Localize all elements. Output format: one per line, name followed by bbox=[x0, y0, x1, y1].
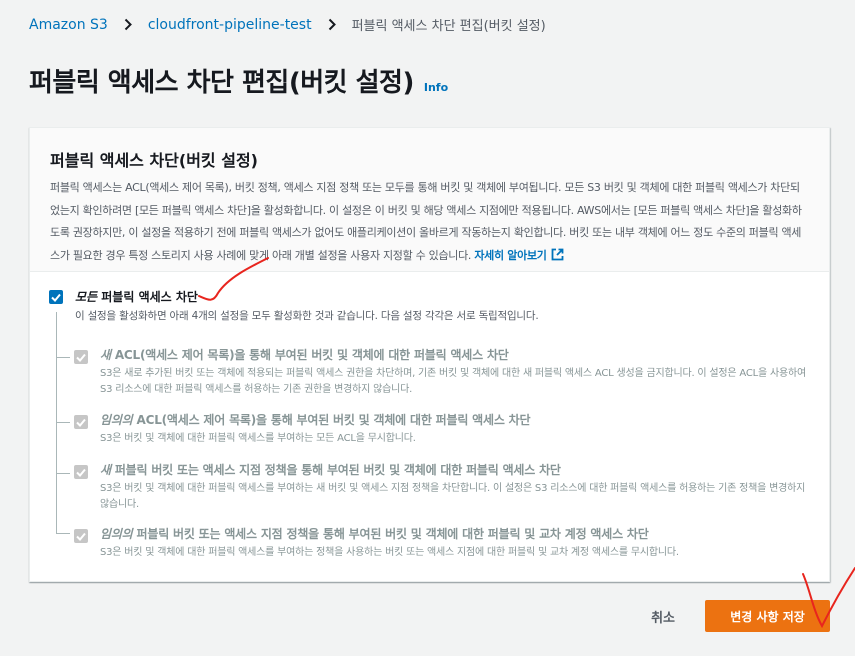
option-checkbox bbox=[74, 465, 88, 479]
panel-title: 퍼블릭 액세스 차단(버킷 설정) bbox=[50, 151, 258, 170]
tree-branch bbox=[56, 473, 70, 474]
panel-description: 퍼블릭 액세스는 ACL(액세스 제어 목록), 버킷 정책, 액세스 지점 정… bbox=[50, 177, 809, 269]
cancel-button[interactable]: 취소 bbox=[651, 607, 675, 626]
checkmark-icon bbox=[76, 353, 86, 362]
page-header: 퍼블릭 액세스 차단 편집(버킷 설정) Info bbox=[29, 62, 448, 99]
checkmark-icon bbox=[76, 468, 86, 477]
external-link-icon bbox=[551, 247, 564, 270]
option-description: S3은 버킷 및 객체에 대한 퍼블릭 액세스를 부여하는 정책을 사용하는 버… bbox=[100, 547, 679, 558]
checkmark-icon bbox=[76, 532, 86, 541]
page-title: 퍼블릭 액세스 차단 편집(버킷 설정) bbox=[29, 68, 414, 98]
tree-branch bbox=[56, 357, 70, 358]
tree-branch bbox=[56, 422, 70, 423]
checkmark-icon bbox=[51, 293, 61, 302]
block-all-label[interactable]: 모든 퍼블릭 액세스 차단 bbox=[75, 288, 198, 305]
option-description: S3은 새로 추가된 버킷 또는 객체에 적용되는 퍼블릭 액세스 권한을 차단… bbox=[100, 368, 806, 395]
chevron-right-icon bbox=[124, 18, 132, 31]
tree-branch bbox=[56, 533, 70, 534]
breadcrumb-current: 퍼블릭 액세스 차단 편집(버킷 설정) bbox=[351, 19, 546, 34]
chevron-right-icon bbox=[328, 18, 336, 31]
option-checkbox bbox=[74, 529, 88, 543]
breadcrumb: Amazon S3 cloudfront-pipeline-test 퍼블릭 액… bbox=[29, 15, 546, 35]
option-checkbox bbox=[74, 350, 88, 364]
panel-header: 퍼블릭 액세스 차단(버킷 설정) 퍼블릭 액세스는 ACL(액세스 제어 목록… bbox=[30, 128, 829, 272]
block-all-description: 이 설정을 활성화하면 아래 4개의 설정을 모두 활성화한 것과 같습니다. … bbox=[75, 310, 539, 322]
form-actions: 취소 변경 사항 저장 bbox=[651, 600, 830, 632]
option-label: 새 ACL(액세스 제어 목록)을 통해 부여된 버킷 및 객체에 대한 퍼블릭… bbox=[100, 348, 509, 362]
option-description: S3은 버킷 및 객체에 대한 퍼블릭 액세스를 부여하는 모든 ACL을 무시… bbox=[100, 433, 416, 444]
option-label: 임의의 퍼블릭 버킷 또는 액세스 지점 정책을 통해 부여된 버킷 및 객체에… bbox=[100, 527, 649, 541]
checkmark-icon bbox=[76, 418, 86, 427]
option-label: 임의의 ACL(액세스 제어 목록)을 통해 부여된 버킷 및 객체에 대한 퍼… bbox=[100, 413, 531, 427]
block-all-checkbox[interactable] bbox=[49, 290, 63, 304]
save-changes-button[interactable]: 변경 사항 저장 bbox=[705, 600, 830, 632]
breadcrumb-link-bucket[interactable]: cloudfront-pipeline-test bbox=[148, 17, 312, 33]
info-link[interactable]: Info bbox=[424, 81, 448, 94]
breadcrumb-link-s3[interactable]: Amazon S3 bbox=[29, 17, 108, 33]
option-label: 새 퍼블릭 버킷 또는 액세스 지점 정책을 통해 부여된 버킷 및 객체에 대… bbox=[100, 463, 561, 477]
option-checkbox bbox=[74, 415, 88, 429]
learn-more-link[interactable]: 자세히 알아보기 bbox=[474, 248, 563, 262]
option-description: S3은 버킷 및 객체에 대한 퍼블릭 액세스를 부여하는 새 버킷 및 액세스… bbox=[100, 483, 806, 510]
block-public-access-panel: 퍼블릭 액세스 차단(버킷 설정) 퍼블릭 액세스는 ACL(액세스 제어 목록… bbox=[29, 127, 830, 582]
